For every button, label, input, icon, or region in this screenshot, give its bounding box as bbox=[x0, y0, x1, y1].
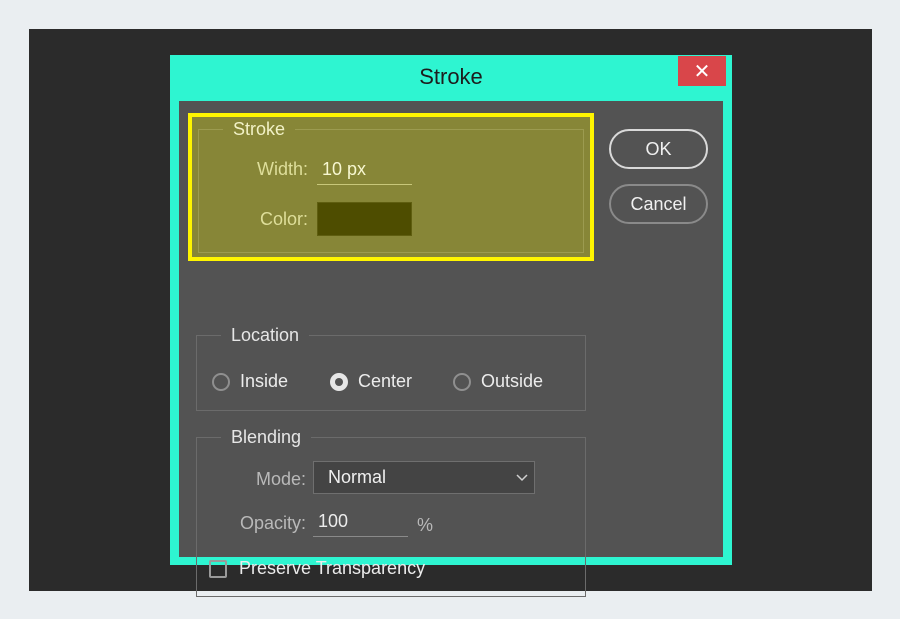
width-value: 10 px bbox=[322, 159, 367, 179]
stroke-group-highlight: Stroke Width: 10 px Color: bbox=[188, 113, 594, 261]
radio-inside-indicator bbox=[212, 372, 230, 391]
preserve-transparency-checkbox[interactable]: Preserve Transparency bbox=[209, 558, 425, 579]
close-button[interactable]: ✕ bbox=[678, 56, 726, 86]
color-label: Color: bbox=[259, 209, 308, 229]
opacity-unit: % bbox=[417, 515, 434, 535]
width-label: Width: bbox=[256, 159, 308, 179]
mode-select[interactable]: Normal bbox=[313, 461, 535, 494]
color-swatch[interactable] bbox=[317, 202, 412, 236]
radio-inside[interactable]: Inside bbox=[212, 371, 288, 392]
mode-label: Mode: bbox=[255, 469, 306, 489]
dialog-title: Stroke bbox=[419, 64, 483, 89]
radio-outside-label: Outside bbox=[481, 371, 544, 391]
ok-button[interactable]: OK bbox=[609, 129, 708, 169]
mode-value: Normal bbox=[328, 467, 387, 487]
stroke-dialog: Stroke ✕ Stroke Width: 10 px Color: Loca… bbox=[170, 55, 732, 597]
radio-center[interactable]: Center bbox=[330, 371, 412, 392]
dialog-body: Stroke Width: 10 px Color: Location Insi… bbox=[179, 101, 723, 597]
location-group-legend: Location bbox=[221, 323, 310, 347]
opacity-value: 100 bbox=[318, 511, 349, 531]
opacity-label: Opacity: bbox=[239, 513, 306, 533]
blending-group-legend: Blending bbox=[221, 425, 312, 449]
radio-outside-indicator bbox=[453, 372, 471, 391]
width-field[interactable]: 10 px bbox=[317, 155, 412, 185]
opacity-field[interactable]: 100 bbox=[313, 507, 408, 537]
radio-center-label: Center bbox=[358, 371, 413, 391]
preserve-transparency-label: Preserve Transparency bbox=[239, 558, 426, 578]
radio-outside[interactable]: Outside bbox=[453, 371, 543, 392]
radio-inside-label: Inside bbox=[240, 371, 289, 391]
radio-center-indicator bbox=[330, 372, 348, 391]
close-icon: ✕ bbox=[693, 60, 711, 83]
cancel-button[interactable]: Cancel bbox=[609, 184, 708, 224]
chevron-down-icon bbox=[510, 473, 534, 482]
stroke-group-legend: Stroke bbox=[223, 117, 296, 141]
preserve-transparency-box bbox=[209, 559, 227, 578]
